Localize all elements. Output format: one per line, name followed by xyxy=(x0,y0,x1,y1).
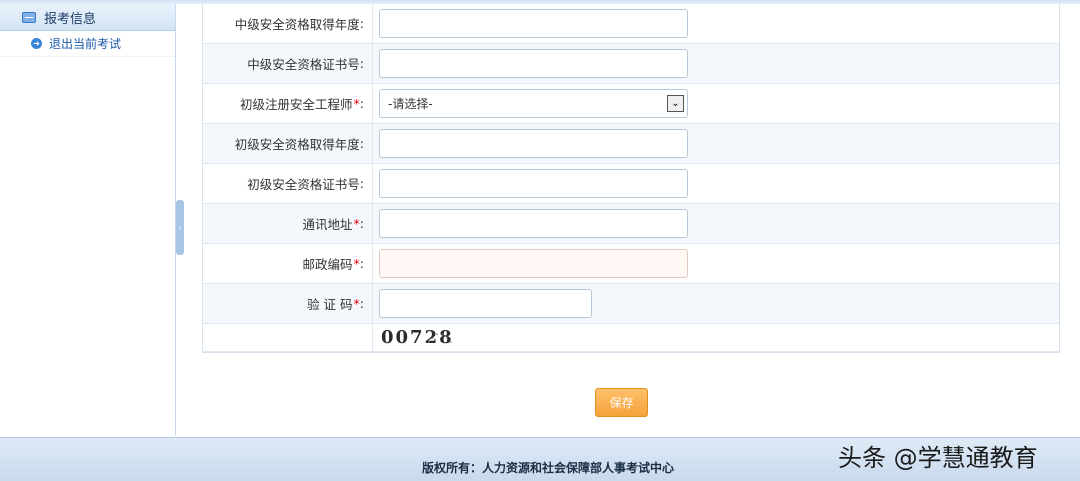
field-label-text: 邮政编码 xyxy=(302,257,353,272)
field-label: 初级安全资格取得年度: xyxy=(203,124,373,163)
captcha-image[interactable]: 00728 ⋰⋱ xyxy=(379,327,454,348)
arrow-circle-icon: ➜ xyxy=(31,38,42,49)
field-label-text: 验 证 码 xyxy=(307,297,353,312)
form-row: 邮政编码 *: xyxy=(203,244,1059,284)
chevron-down-icon[interactable]: ⌄ xyxy=(667,95,684,112)
junior-safety-cert-number-input[interactable] xyxy=(379,169,688,198)
field-label-colon: : xyxy=(359,16,364,31)
captcha-label-cell xyxy=(203,324,373,351)
form-row: 中级安全资格取得年度: xyxy=(203,4,1059,44)
sidebar-item-exit-exam[interactable]: ➜ 退出当前考试 xyxy=(0,31,175,57)
field-label: 邮政编码 *: xyxy=(203,244,373,283)
field-label: 中级安全资格证书号: xyxy=(203,44,373,83)
registration-form: 中级安全资格取得年度: 中级安全资格证书号: 初级注册安全工程师 *: -请选择-… xyxy=(202,4,1060,353)
form-row: 初级安全资格取得年度: xyxy=(203,124,1059,164)
field-label-colon: : xyxy=(359,56,364,71)
field-label-colon: : xyxy=(359,216,364,231)
mailing-address-input[interactable] xyxy=(379,209,688,238)
field-label-text: 初级注册安全工程师 xyxy=(240,97,353,112)
field-label-text: 初级安全资格证书号 xyxy=(247,177,360,192)
list-icon xyxy=(22,11,36,23)
captcha-noise: ⋰⋱ xyxy=(427,331,455,345)
captcha-input[interactable] xyxy=(379,289,592,318)
field-label-text: 中级安全资格证书号 xyxy=(247,57,360,72)
form-row: 通讯地址 *: xyxy=(203,204,1059,244)
postal-code-input[interactable] xyxy=(379,249,688,278)
form-row: 验 证 码 *: xyxy=(203,284,1059,324)
junior-registered-engineer-select[interactable]: -请选择- ⌄ xyxy=(379,89,688,118)
field-label: 验 证 码 *: xyxy=(203,284,373,323)
junior-safety-qual-year-input[interactable] xyxy=(379,129,688,158)
field-label: 中级安全资格取得年度: xyxy=(203,4,373,43)
field-label-colon: : xyxy=(359,136,364,151)
mid-safety-cert-number-input[interactable] xyxy=(379,49,688,78)
field-label: 初级注册安全工程师 *: xyxy=(203,84,373,123)
field-label-text: 初级安全资格取得年度 xyxy=(234,137,360,152)
field-label-colon: : xyxy=(359,296,364,311)
sidebar-header[interactable]: 报考信息 xyxy=(0,4,175,31)
captcha-row: 00728 ⋰⋱ xyxy=(203,324,1059,352)
field-label-colon: : xyxy=(359,256,364,271)
form-row: 初级安全资格证书号: xyxy=(203,164,1059,204)
field-label-text: 中级安全资格取得年度 xyxy=(234,17,360,32)
field-label: 初级安全资格证书号: xyxy=(203,164,373,203)
field-label-colon: : xyxy=(359,176,364,191)
select-value: -请选择- xyxy=(388,97,433,111)
field-label: 通讯地址 *: xyxy=(203,204,373,243)
form-row: 中级安全资格证书号: xyxy=(203,44,1059,84)
sidebar-header-label: 报考信息 xyxy=(44,11,97,27)
save-button[interactable]: 保存 xyxy=(595,388,648,417)
sidebar-item-label: 退出当前考试 xyxy=(49,37,122,51)
field-label-text: 通讯地址 xyxy=(302,217,353,232)
collapse-handle-icon[interactable]: ‹ xyxy=(176,200,184,255)
field-label-colon: : xyxy=(359,96,364,111)
mid-safety-qual-year-input[interactable] xyxy=(379,9,688,38)
sidebar: 报考信息 ➜ 退出当前考试 xyxy=(0,4,176,436)
form-row: 初级注册安全工程师 *: -请选择- ⌄ xyxy=(203,84,1059,124)
watermark: 头条 @学慧通教育 xyxy=(838,444,1038,472)
